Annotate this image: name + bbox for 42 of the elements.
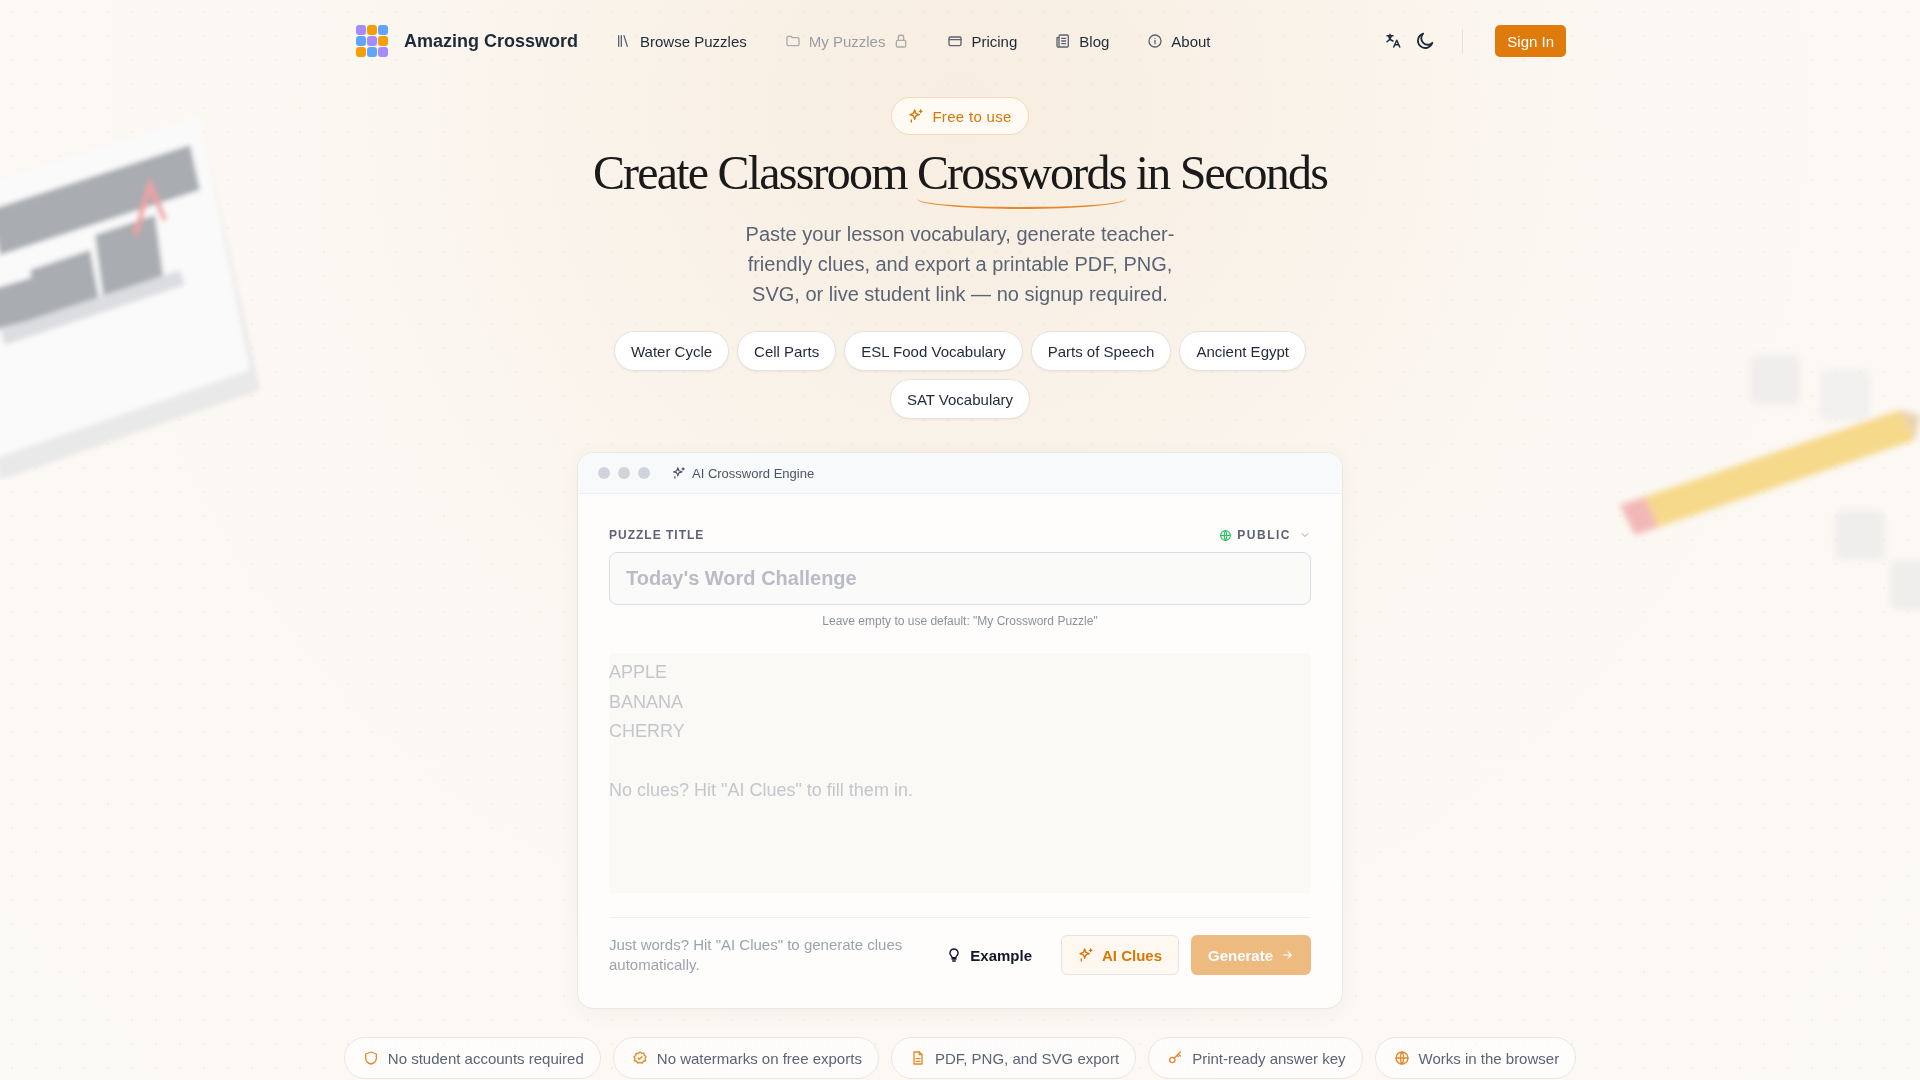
footer-note: Just words? Hit "AI Clues" to generate clues automatically.	[609, 935, 904, 975]
news-icon	[1055, 33, 1072, 49]
nav-link[interactable]: Pricing	[947, 32, 1018, 50]
topic-chip[interactable]: ESL Food Vocabulary	[844, 331, 1023, 371]
logo-icon[interactable]	[354, 23, 390, 59]
example-button[interactable]: Example	[929, 935, 1049, 975]
topic-chip[interactable]: Water Cycle	[614, 331, 730, 371]
feature-pill: Works in the browser	[1374, 1037, 1577, 1079]
editor-title: AI Crossword Engine	[692, 465, 815, 481]
feature-pill: No student accounts required	[343, 1037, 601, 1079]
feature-pill: PDF, PNG, and SVG export	[890, 1037, 1137, 1079]
window-dot	[598, 467, 610, 479]
badge-check-icon	[631, 1050, 648, 1066]
badge-label: Free to use	[932, 107, 1012, 125]
topic-chip[interactable]: Cell Parts	[737, 331, 837, 371]
window-dot	[638, 467, 650, 479]
card-icon	[947, 33, 964, 49]
field-label: PUZZLE TITLE	[609, 528, 705, 542]
feature-pill: Print-ready answer key	[1148, 1037, 1363, 1079]
puzzle-title-field[interactable]: Today's Word Challenge	[609, 552, 1311, 605]
shield-icon	[362, 1050, 379, 1066]
folder-icon	[784, 33, 801, 49]
globe-icon	[1393, 1050, 1410, 1066]
info-icon	[1147, 33, 1164, 49]
field-hint: Leave empty to use default: "My Crossword Puzzle"	[821, 614, 1099, 628]
key-icon	[1167, 1050, 1184, 1066]
hero-title: Create Classroom Crosswords in Seconds	[592, 143, 1328, 213]
feature-pill: No watermarks on free exports	[612, 1037, 879, 1079]
nav-link[interactable]: Blog	[1055, 32, 1110, 50]
nav-link[interactable]: Browse Puzzles	[616, 32, 747, 50]
brand-name[interactable]: Amazing Crossword	[404, 30, 579, 52]
topic-chip[interactable]: SAT Vocabulary	[889, 379, 1031, 419]
globe-icon	[1219, 528, 1233, 542]
sparkle-icon	[1078, 947, 1094, 963]
window-dot	[618, 467, 630, 479]
topic-chip[interactable]: Parts of Speech	[1030, 331, 1172, 371]
sparkle-icon	[672, 466, 686, 480]
sparkle-icon	[908, 108, 925, 124]
hero-subtitle: Paste your lesson vocabulary, generate teacher-friendly clues, and export a printable PDF, PNG, SVG, or live student link — no signup required.	[744, 222, 1176, 307]
topic-chip[interactable]: Ancient Egypt	[1179, 331, 1306, 371]
nav-link[interactable]: About	[1147, 32, 1211, 50]
visibility-dropdown[interactable]: PUBLIC	[1219, 528, 1311, 542]
